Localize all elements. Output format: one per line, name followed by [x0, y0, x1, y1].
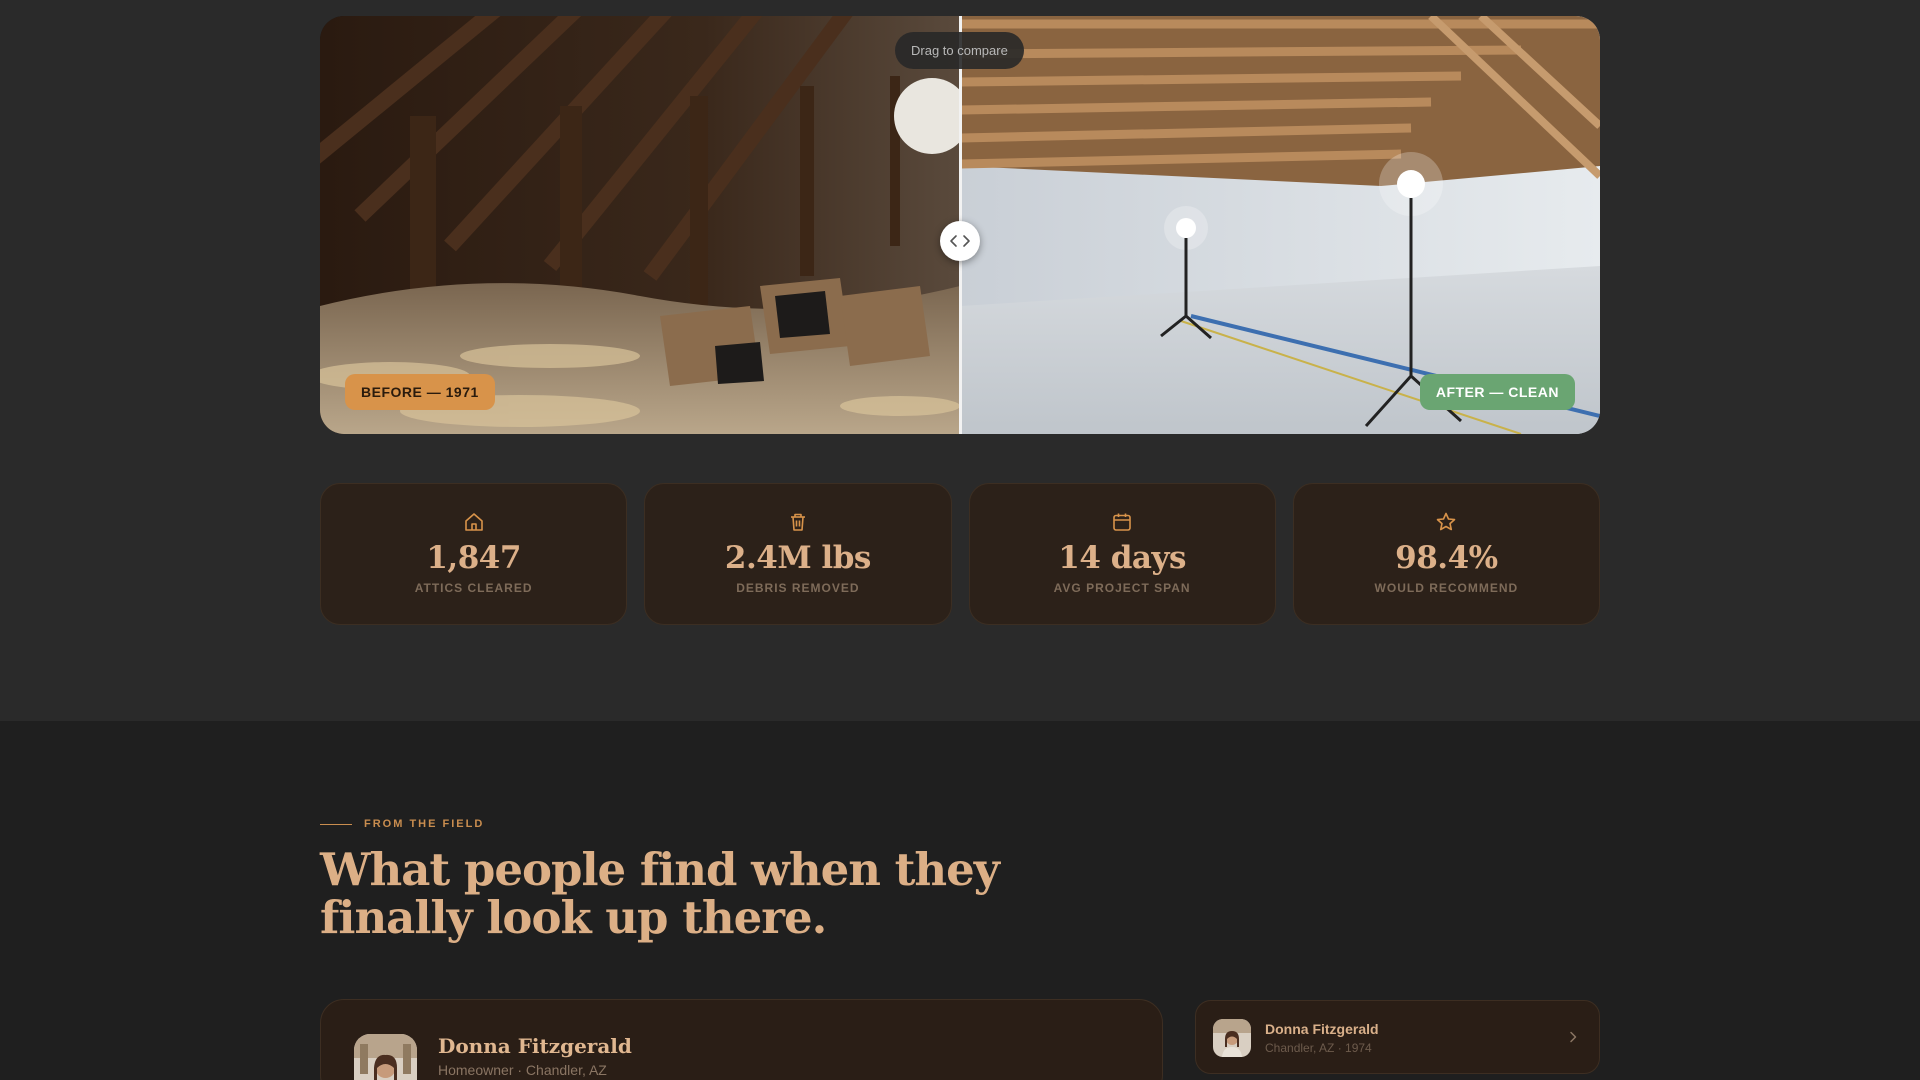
- testimonial-meta: Homeowner · Chandler, AZ: [438, 1062, 607, 1078]
- stat-label: WOULD RECOMMEND: [1374, 581, 1519, 595]
- after-badge: AFTER — CLEAN: [1419, 374, 1575, 410]
- section-eyebrow: FROM THE FIELD: [320, 818, 484, 830]
- avatar: [354, 1034, 417, 1080]
- compare-handle[interactable]: [940, 221, 980, 261]
- testimonial-list-name: Donna Fitzgerald: [1265, 1021, 1379, 1037]
- stat-card: 98.4% WOULD RECOMMEND: [1292, 483, 1600, 625]
- calendar-icon: [1110, 510, 1134, 534]
- eyebrow-text: FROM THE FIELD: [364, 818, 485, 830]
- stat-card: 14 days AVG PROJECT SPAN: [968, 483, 1276, 625]
- section-headline: What people find when they finally look …: [320, 843, 1000, 944]
- testimonial-name: Donna Fitzgerald: [438, 1034, 632, 1058]
- avatar: [1213, 1019, 1251, 1057]
- before-badge: BEFORE — 1971: [345, 374, 495, 410]
- star-icon: [1434, 510, 1458, 534]
- testimonial-list-item[interactable]: Donna Fitzgerald Chandler, AZ · 1974: [1195, 1000, 1600, 1074]
- after-image: [961, 16, 1600, 434]
- testimonial-card: Donna Fitzgerald Homeowner · Chandler, A…: [320, 999, 1163, 1080]
- stats-row: 1,847 ATTICS CLEARED 2.4M lbs DEBRIS REM…: [320, 483, 1600, 625]
- arrows-left-right-icon: [950, 235, 970, 247]
- testimonial-list-meta: Chandler, AZ · 1974: [1265, 1041, 1372, 1055]
- before-after-comparison[interactable]: Drag to compare BEFORE — 1971 AFTER — CL…: [320, 16, 1600, 434]
- stat-label: AVG PROJECT SPAN: [1053, 581, 1191, 595]
- house-icon: [462, 510, 486, 534]
- stat-card: 2.4M lbs DEBRIS REMOVED: [644, 483, 952, 625]
- eyebrow-divider: [320, 823, 352, 825]
- stat-card: 1,847 ATTICS CLEARED: [320, 483, 628, 625]
- stat-label: ATTICS CLEARED: [414, 581, 533, 595]
- chevron-right-icon: [1570, 1031, 1577, 1043]
- before-image: [320, 16, 960, 434]
- stat-value: 2.4M lbs: [724, 540, 871, 576]
- stat-label: DEBRIS REMOVED: [736, 581, 860, 595]
- stat-value: 98.4%: [1395, 540, 1498, 576]
- stat-value: 1,847: [426, 540, 521, 576]
- trash-icon: [786, 510, 810, 534]
- stat-value: 14 days: [1058, 540, 1186, 576]
- drag-hint: Drag to compare: [895, 32, 1024, 69]
